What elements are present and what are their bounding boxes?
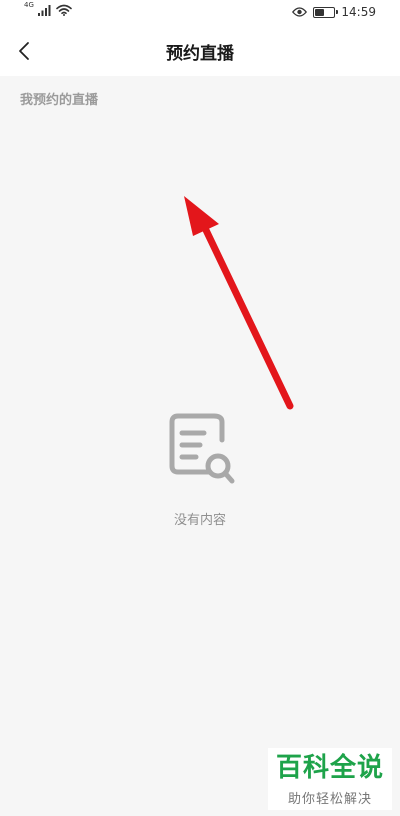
watermark: 百科全说 助你轻松解决 xyxy=(268,748,392,810)
red-arrow-icon xyxy=(184,196,294,410)
watermark-title: 百科全说 xyxy=(275,753,384,783)
watermark-subtitle: 助你轻松解决 xyxy=(287,792,372,807)
document-search-icon xyxy=(169,413,235,484)
empty-state-text: 没有内容 xyxy=(173,513,226,528)
